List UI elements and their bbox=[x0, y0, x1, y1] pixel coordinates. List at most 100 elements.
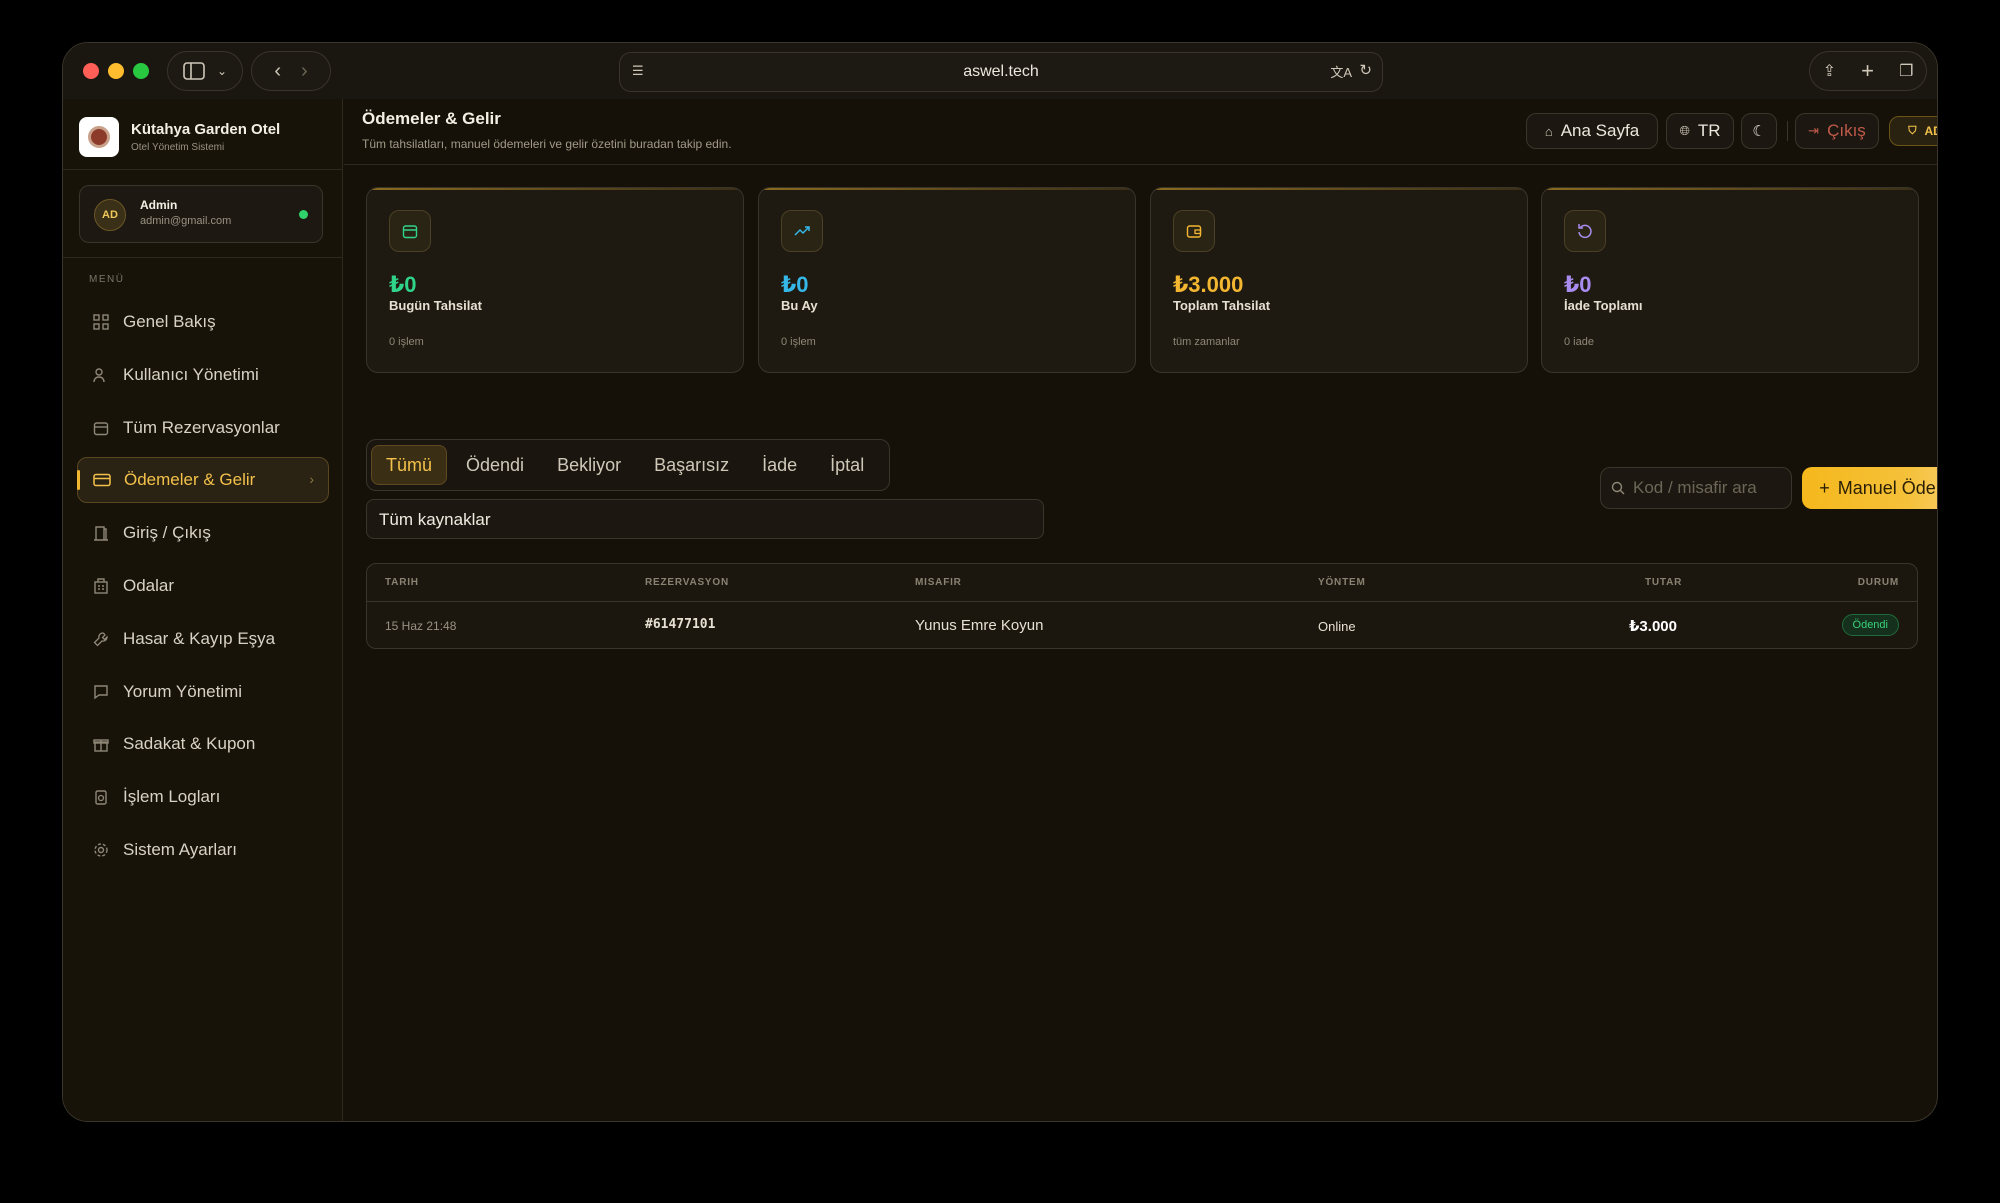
role-badge: ⛉ ADMIN bbox=[1889, 116, 1937, 146]
sidebar-item-label: Tüm Rezervasyonlar bbox=[123, 418, 280, 437]
column-header: TUTAR bbox=[1645, 577, 1683, 588]
cell-method: Online bbox=[1318, 619, 1356, 634]
brand[interactable]: Kütahya Garden Otel Otel Yönetim Sistemi bbox=[79, 117, 280, 157]
new-tab-icon[interactable]: + bbox=[1861, 58, 1874, 84]
main-content: Ödemeler & Gelir Tüm tahsilatları, manue… bbox=[344, 99, 1937, 1121]
shield-icon: ⛉ bbox=[1908, 124, 1917, 137]
sidebar-item-settings[interactable]: Sistem Ayarları bbox=[77, 827, 329, 873]
nav-buttons: ‹ › bbox=[251, 51, 331, 91]
sidebar-item-users[interactable]: Kullanıcı Yönetimi bbox=[77, 352, 329, 398]
user-name: Admin bbox=[140, 198, 178, 212]
sidebar-item-reservations[interactable]: Tüm Rezervasyonlar bbox=[77, 405, 329, 451]
tab-cancelled[interactable]: İptal bbox=[816, 445, 878, 485]
users-icon bbox=[91, 365, 111, 385]
online-status-dot bbox=[299, 210, 308, 219]
address-bar[interactable]: ☰ aswel.tech 文A ↻ bbox=[619, 52, 1383, 92]
sidebar-item-reviews[interactable]: Yorum Yönetimi bbox=[77, 669, 329, 715]
stat-value: ₺0 bbox=[1564, 272, 1592, 297]
sidebar: Kütahya Garden Otel Otel Yönetim Sistemi… bbox=[63, 99, 343, 1121]
sidebar-item-label: Sadakat & Kupon bbox=[123, 734, 256, 753]
manual-payment-label: Manuel Ödeme bbox=[1837, 477, 1937, 498]
sidebar-item-logs[interactable]: İşlem Logları bbox=[77, 774, 329, 820]
stat-note: 0 iade bbox=[1564, 336, 1594, 348]
stat-value: ₺0 bbox=[389, 272, 417, 297]
cell-date: 15 Haz 21:48 bbox=[385, 619, 457, 633]
tab-failed[interactable]: Başarısız bbox=[640, 445, 743, 485]
sidebar-item-overview[interactable]: Genel Bakış bbox=[77, 299, 329, 345]
stat-card-total: ₺3.000 Toplam Tahsilat tüm zamanlar bbox=[1150, 187, 1528, 373]
back-icon[interactable]: ‹ bbox=[274, 60, 281, 83]
grid-icon bbox=[91, 312, 111, 332]
stat-label: Bugün Tahsilat bbox=[389, 298, 482, 313]
wallet-icon bbox=[1173, 210, 1215, 252]
header-divider bbox=[1787, 121, 1788, 141]
stat-card-today: ₺0 Bugün Tahsilat 0 işlem bbox=[366, 187, 744, 373]
credit-card-icon bbox=[92, 470, 112, 490]
payments-table: TARIH REZERVASYON MISAFIR YÖNTEM TUTAR D… bbox=[366, 563, 1918, 649]
stat-note: 0 işlem bbox=[389, 336, 424, 348]
cell-guest: Yunus Emre Koyun bbox=[915, 617, 1044, 634]
gift-icon bbox=[91, 734, 111, 754]
sidebar-item-label: İşlem Logları bbox=[123, 787, 221, 806]
column-header: DURUM bbox=[1857, 577, 1899, 588]
log-icon bbox=[91, 787, 111, 807]
theme-toggle-button[interactable]: ☾ bbox=[1741, 113, 1777, 149]
user-card[interactable]: AD Admin admin@gmail.com bbox=[79, 185, 323, 243]
share-icon[interactable]: ⇪ bbox=[1823, 61, 1836, 81]
column-header: MISAFIR bbox=[915, 577, 962, 588]
forward-icon[interactable]: › bbox=[301, 60, 308, 83]
status-tabs: Tümü Ödendi Bekliyor Başarısız İade İpta… bbox=[366, 439, 890, 491]
tab-paid[interactable]: Ödendi bbox=[452, 445, 538, 485]
moon-icon: ☾ bbox=[1752, 123, 1766, 140]
home-icon: ⌂ bbox=[1544, 123, 1553, 139]
tabs-overview-icon[interactable]: ❐ bbox=[1899, 61, 1913, 81]
brand-subtitle: Otel Yönetim Sistemi bbox=[131, 142, 225, 153]
tab-pending[interactable]: Bekliyor bbox=[543, 445, 635, 485]
source-filter-select[interactable]: Tüm kaynaklar bbox=[366, 499, 1044, 539]
brand-title: Kütahya Garden Otel bbox=[131, 121, 281, 138]
stat-label: İade Toplamı bbox=[1564, 298, 1643, 313]
divider bbox=[63, 257, 342, 258]
sidebar-toggle-button[interactable]: ⌄ bbox=[167, 51, 243, 91]
chevron-right-icon: › bbox=[309, 471, 314, 487]
trend-up-icon bbox=[781, 210, 823, 252]
sidebar-item-damage-lost[interactable]: Hasar & Kayıp Eşya bbox=[77, 616, 329, 662]
sidebar-icon bbox=[183, 62, 205, 80]
cell-reservation[interactable]: #61477101 bbox=[645, 617, 715, 632]
building-icon bbox=[91, 576, 111, 596]
tab-refund[interactable]: İade bbox=[748, 445, 811, 485]
calendar-icon bbox=[91, 418, 111, 438]
avatar: AD bbox=[94, 199, 126, 231]
tab-all[interactable]: Tümü bbox=[371, 445, 448, 485]
sidebar-item-label: Sistem Ayarları bbox=[123, 840, 238, 859]
browser-actions: ⇪ + ❐ bbox=[1809, 51, 1927, 91]
menu-title: MENÜ bbox=[89, 274, 125, 285]
logout-button[interactable]: ⇥ Çıkış bbox=[1795, 113, 1879, 149]
logout-label: Çıkış bbox=[1827, 121, 1866, 140]
close-window-button[interactable] bbox=[83, 63, 99, 79]
search-input[interactable] bbox=[1633, 478, 1783, 498]
maximize-window-button[interactable] bbox=[133, 63, 149, 79]
sidebar-item-loyalty[interactable]: Sadakat & Kupon bbox=[77, 721, 329, 767]
home-button-label: Ana Sayfa bbox=[1560, 121, 1640, 140]
sidebar-item-payments[interactable]: Ödemeler & Gelir › bbox=[77, 457, 329, 503]
search-icon bbox=[1611, 481, 1625, 495]
minimize-window-button[interactable] bbox=[108, 63, 124, 79]
browser-toolbar: ⌄ ‹ › ☰ aswel.tech 文A ↻ ⇪ + ❐ bbox=[63, 43, 1937, 99]
stat-card-refunds: ₺0 İade Toplamı 0 iade bbox=[1541, 187, 1919, 373]
manual-payment-button[interactable]: + Manuel Ödeme bbox=[1802, 467, 1937, 509]
search-box[interactable] bbox=[1600, 467, 1792, 509]
status-badge: Ödendi bbox=[1841, 614, 1899, 636]
sidebar-item-label: Ödemeler & Gelir bbox=[124, 470, 256, 489]
url-text: aswel.tech bbox=[963, 63, 1039, 80]
language-button[interactable]: 🌐︎ TR bbox=[1666, 113, 1734, 149]
column-header: REZERVASYON bbox=[645, 577, 730, 588]
sidebar-item-rooms[interactable]: Odalar bbox=[77, 563, 329, 609]
sidebar-item-checkin[interactable]: Giriş / Çıkış bbox=[77, 510, 329, 556]
role-label: ADMIN bbox=[1924, 124, 1937, 138]
stat-value: ₺3.000 bbox=[1173, 272, 1244, 297]
reload-icon[interactable]: ↻ bbox=[1359, 61, 1372, 79]
user-email: admin@gmail.com bbox=[140, 215, 232, 227]
home-button[interactable]: ⌂ Ana Sayfa bbox=[1526, 113, 1658, 149]
translate-icon[interactable]: 文A bbox=[1330, 62, 1352, 81]
